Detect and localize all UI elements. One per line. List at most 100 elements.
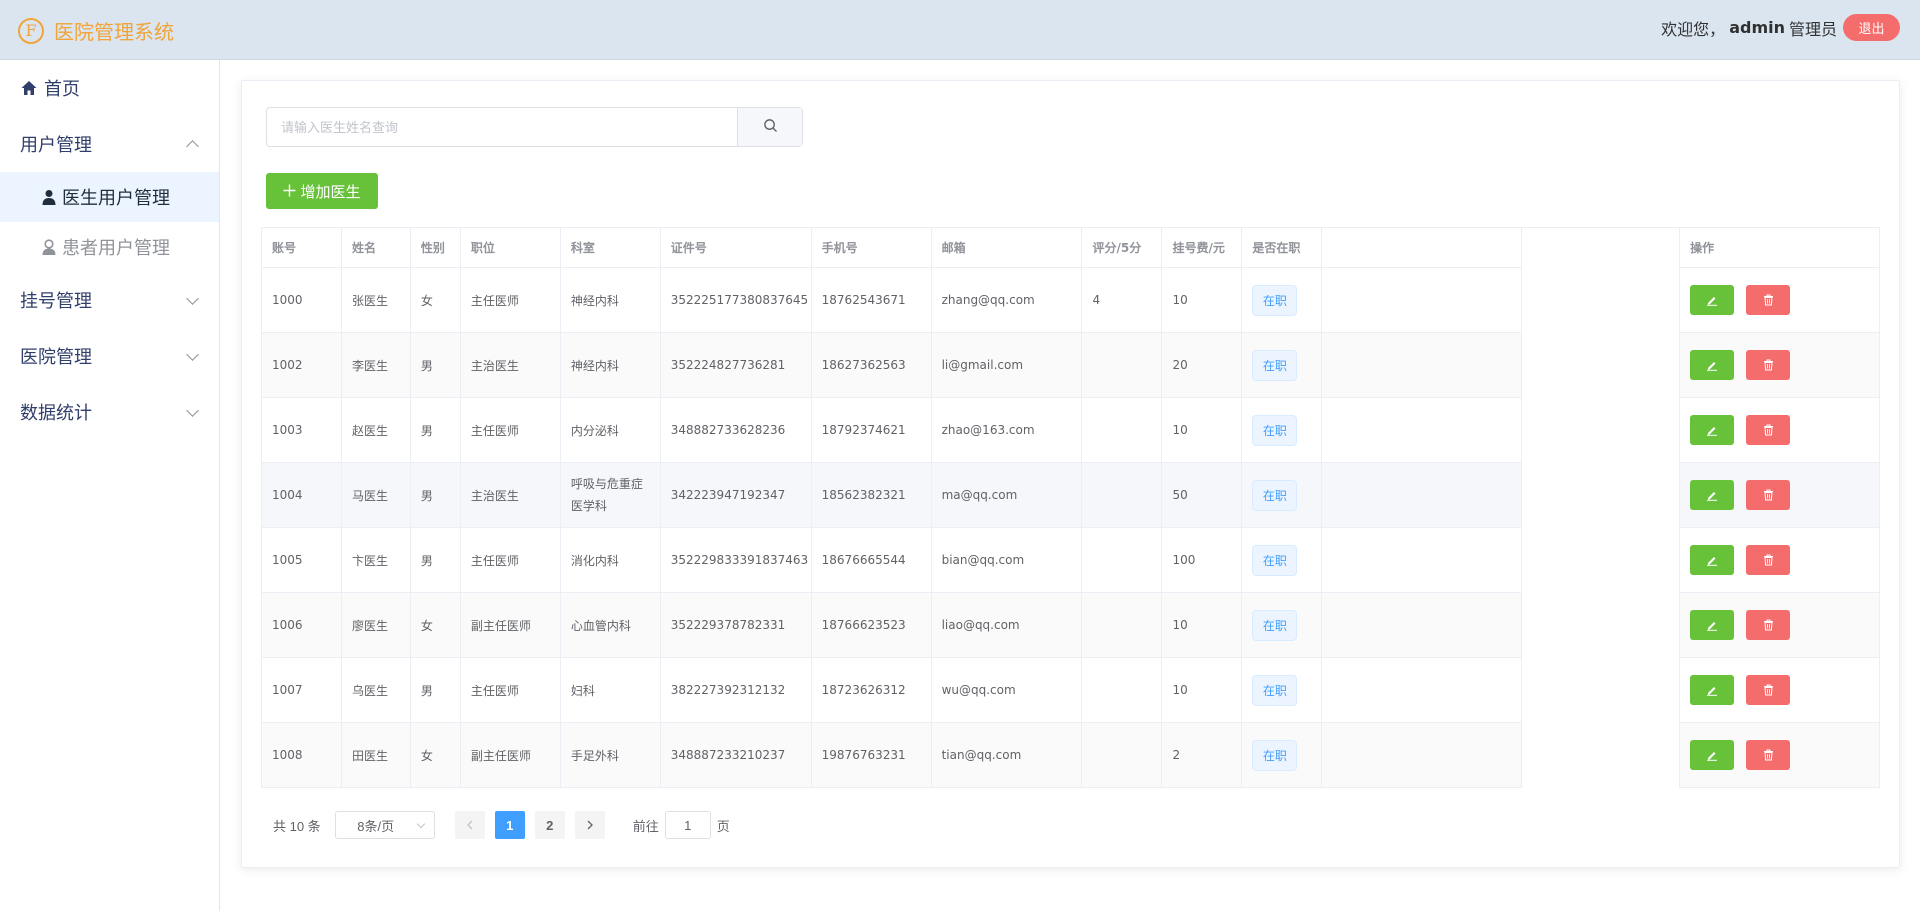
cell-email: li@gmail.com — [931, 333, 1083, 398]
table-header: 账号 姓名 性别 职位 科室 证件号 手机号 邮箱 评分/5分 挂号费/元 是否… — [262, 228, 1880, 268]
page-button-2[interactable]: 2 — [534, 811, 565, 839]
table-body: 1000 张医生女主任医师 神经内科 352225177380837645 187625… — [262, 268, 1880, 788]
cell-account: 1003 — [262, 398, 342, 463]
cell-name: 廖医生 — [341, 593, 411, 658]
edit-button[interactable] — [1690, 415, 1735, 445]
col-header-empty — [1322, 228, 1523, 268]
cell-title: 主任医师 — [460, 268, 561, 333]
cell-name: 赵医生 — [341, 398, 411, 463]
goto-page-input[interactable] — [664, 811, 711, 839]
trash-icon — [1763, 489, 1773, 501]
delete-button[interactable] — [1746, 610, 1791, 640]
cell-actions — [1680, 723, 1880, 788]
user-info: 欢迎您， admin 管理员 退出 — [1661, 14, 1900, 41]
status-badge: 在职 — [1252, 544, 1298, 576]
user-icon — [40, 188, 58, 206]
add-doctor-button[interactable]: 增加医生 — [266, 173, 378, 209]
table-row[interactable]: 1003 赵医生男主任医师 内分泌科 348882733628236 187923746… — [262, 398, 1880, 463]
edit-button[interactable] — [1690, 610, 1735, 640]
status-badge: 在职 — [1252, 414, 1298, 446]
table-row[interactable]: 1002 李医生男主治医生 神经内科 352224827736281 186273625… — [262, 333, 1880, 398]
search-input[interactable] — [267, 108, 737, 146]
edit-button[interactable] — [1690, 285, 1735, 315]
cell-email: tian@qq.com — [931, 723, 1083, 788]
cell-phone: 18766623523 — [811, 593, 932, 658]
cell-score — [1082, 658, 1163, 723]
delete-button[interactable] — [1746, 740, 1791, 770]
col-header-dept: 科室 — [560, 228, 661, 268]
main-card: 增加医生 账号 姓名 性别 职位 科室 证件号 手机号 邮箱 评分/5分 挂号费… — [241, 80, 1900, 868]
sidebar-item-label: 医院管理 — [20, 347, 92, 368]
sidebar-item-registration[interactable]: 挂号管理 — [0, 272, 219, 328]
delete-button[interactable] — [1746, 350, 1791, 380]
trash-icon — [1763, 749, 1773, 761]
col-header-actions: 操作 — [1680, 228, 1880, 268]
cell-status: 在职 — [1242, 528, 1323, 593]
cell-empty — [1522, 398, 1681, 463]
edit-button[interactable] — [1690, 740, 1735, 770]
sidebar-item-label: 用户管理 — [20, 135, 92, 156]
edit-button[interactable] — [1690, 350, 1735, 380]
edit-button[interactable] — [1690, 480, 1735, 510]
delete-button[interactable] — [1746, 415, 1791, 445]
cell-score — [1082, 723, 1163, 788]
next-page-button[interactable] — [574, 811, 605, 839]
edit-button[interactable] — [1690, 675, 1735, 705]
sidebar-item-doctor-users[interactable]: 医生用户管理 — [0, 172, 219, 222]
col-header-empty — [1522, 228, 1681, 268]
table-row[interactable]: 1006 廖医生女副主任医师 心血管内科 352229378782331 1876662… — [262, 593, 1880, 658]
sidebar-item-patient-users[interactable]: 患者用户管理 — [0, 222, 219, 272]
edit-icon — [1707, 297, 1718, 306]
cell-title: 主治医生 — [460, 333, 561, 398]
cell-email: zhang@qq.com — [931, 268, 1083, 333]
delete-button[interactable] — [1746, 545, 1791, 575]
trash-icon — [1763, 359, 1773, 371]
table-row[interactable]: 1000 张医生女主任医师 神经内科 352225177380837645 187625… — [262, 268, 1880, 333]
add-doctor-label: 增加医生 — [300, 182, 361, 201]
sidebar-item-user-mgmt[interactable]: 用户管理 — [0, 116, 219, 172]
cell-account: 1002 — [262, 333, 342, 398]
col-header-email: 邮箱 — [931, 228, 1083, 268]
delete-button[interactable] — [1746, 675, 1791, 705]
cell-name: 张医生 — [341, 268, 411, 333]
page-button-1[interactable]: 1 — [494, 811, 525, 839]
search-bar — [266, 107, 803, 147]
sidebar-item-hospital[interactable]: 医院管理 — [0, 328, 219, 384]
search-button[interactable] — [737, 108, 802, 146]
cell-title: 主任医师 — [460, 658, 561, 723]
chevron-left-icon — [466, 820, 473, 830]
cell-status: 在职 — [1242, 333, 1323, 398]
cell-empty — [1322, 528, 1523, 593]
logout-button[interactable]: 退出 — [1843, 14, 1900, 41]
delete-button[interactable] — [1746, 480, 1791, 510]
cell-empty — [1522, 593, 1681, 658]
cell-empty — [1522, 333, 1681, 398]
logo-icon: F — [18, 17, 44, 44]
cell-empty — [1322, 463, 1523, 528]
col-header-gender: 性别 — [410, 228, 461, 268]
sidebar-item-home[interactable]: 首页 — [0, 60, 219, 116]
pagination: 共 10 条 8条/页 1 2 前往 页 — [273, 811, 730, 839]
sidebar-item-label: 首页 — [44, 79, 80, 100]
cell-dept: 内分泌科 — [560, 398, 661, 463]
prev-page-button[interactable] — [454, 811, 485, 839]
delete-button[interactable] — [1746, 285, 1791, 315]
cell-status: 在职 — [1242, 723, 1323, 788]
cell-actions — [1680, 268, 1880, 333]
status-badge: 在职 — [1252, 479, 1298, 511]
cell-email: ma@qq.com — [931, 463, 1083, 528]
cell-gender: 男 — [410, 658, 461, 723]
cell-dept: 消化内科 — [560, 528, 661, 593]
table-row[interactable]: 1007 乌医生男主任医师 妇科 382227392312132 18723626312… — [262, 658, 1880, 723]
cell-score — [1082, 333, 1163, 398]
table-row[interactable]: 1005 卞医生男主任医师 消化内科 352229833391837463 186766… — [262, 528, 1880, 593]
edit-button[interactable] — [1690, 545, 1735, 575]
table-row[interactable]: 1004 马医生男主治医生 呼吸与危重症医学科 342223947192347 1856… — [262, 463, 1880, 528]
sidebar-item-stats[interactable]: 数据统计 — [0, 384, 219, 440]
cell-name: 田医生 — [341, 723, 411, 788]
cell-phone: 18562382321 — [811, 463, 932, 528]
table-row[interactable]: 1008 田医生女副主任医师 手足外科 348887233210237 19876763… — [262, 723, 1880, 788]
cell-dept: 手足外科 — [560, 723, 661, 788]
goto-page: 前往 页 — [633, 811, 730, 839]
page-size-select[interactable]: 8条/页 — [334, 811, 435, 839]
